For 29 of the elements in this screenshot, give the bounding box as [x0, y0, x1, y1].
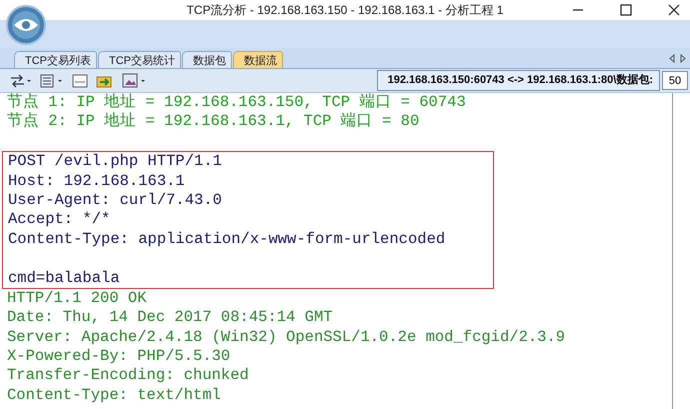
swap-arrows-icon[interactable]	[10, 74, 32, 88]
response-line: Transfer-Encoding: chunked	[7, 366, 250, 386]
close-icon[interactable]	[668, 4, 680, 16]
window-title: TCP流分析 - 192.168.163.150 - 192.168.163.1 - 分析工程 1	[186, 2, 504, 18]
node-info-line: 节点 1: IP 地址 = 192.168.163.150, TCP 端口 = 60743	[7, 93, 467, 112]
tab[interactable]: 数据流	[233, 51, 283, 68]
tab[interactable]: 数据包	[182, 51, 232, 68]
connection-label: 192.168.163.150:60743 <-> 192.168.163.1:80\数据包:	[376, 70, 660, 91]
packet-count-field[interactable]: 50	[662, 71, 688, 90]
request-line: POST /evil.php HTTP/1.1	[8, 152, 223, 172]
node-info-line: 节点 2: IP 地址 = 192.168.163.1, TCP 端口 = 80	[7, 112, 420, 132]
maximize-icon[interactable]	[620, 4, 632, 16]
request-line: Accept: */*	[8, 210, 112, 230]
app-logo-icon[interactable]	[6, 5, 46, 45]
request-body: cmd=balabala	[8, 268, 121, 288]
image-icon[interactable]	[122, 72, 148, 88]
request-line: Content-Type: application/x-www-form-urlencoded	[8, 230, 446, 250]
request-line: User-Agent: curl/7.43.0	[8, 190, 223, 210]
response-line: Content-Type: text/html	[7, 386, 222, 406]
document-list-icon[interactable]	[40, 72, 64, 88]
tab[interactable]: TCP交易统计	[98, 51, 181, 68]
scroll-right-icon[interactable]	[680, 54, 686, 63]
response-line: Server: Apache/2.4.18 (Win32) OpenSSL/1.0.2e mod_fcgid/2.3.9	[7, 328, 566, 348]
response-line: Date: Thu, 14 Dec 2017 08:45:14 GMT	[7, 308, 334, 328]
response-line: HTTP/1.1 200 OK	[7, 288, 148, 308]
tab[interactable]: TCP交易列表	[14, 51, 97, 68]
request-line: Host: 192.168.163.1	[8, 172, 186, 191]
scroll-left-icon[interactable]	[669, 54, 675, 63]
response-line: X-Powered-By: PHP/5.5.30	[7, 347, 232, 366]
